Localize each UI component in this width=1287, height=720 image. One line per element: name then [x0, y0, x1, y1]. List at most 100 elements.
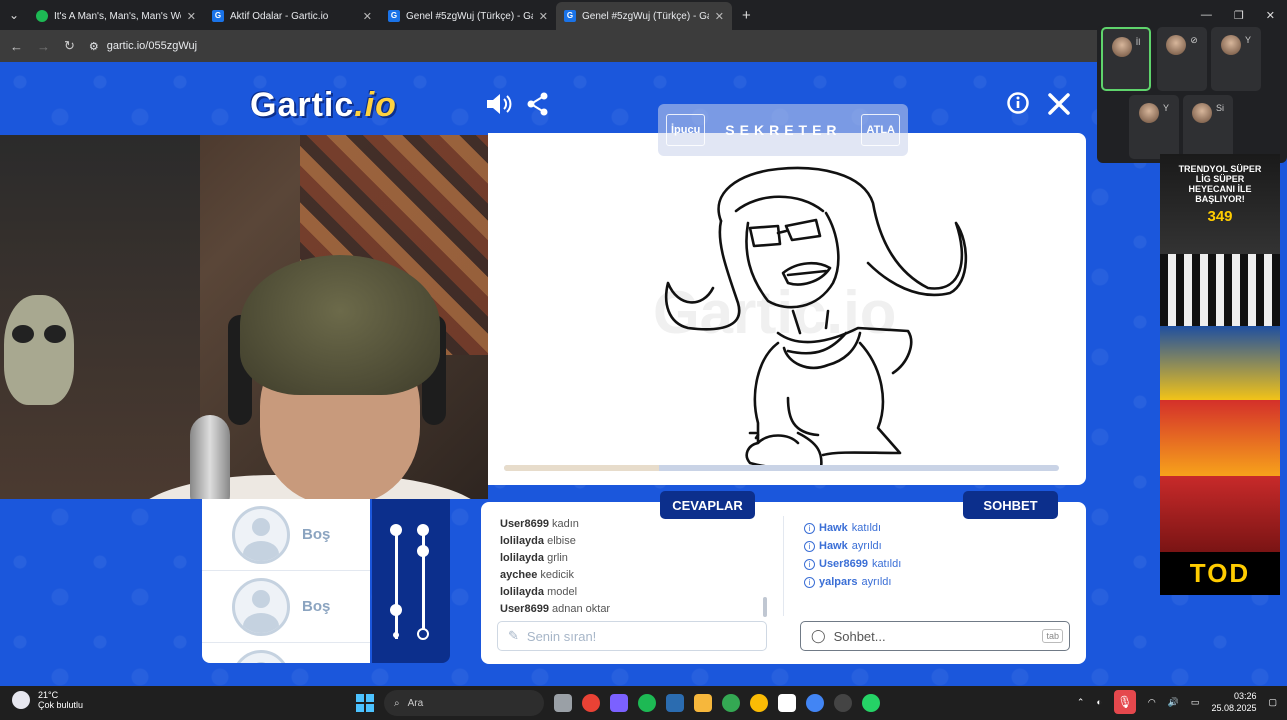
volume-knob[interactable] [390, 604, 402, 616]
timer-progress-bar [504, 465, 1059, 471]
chrome-icon[interactable] [806, 694, 824, 712]
list-item: lolilayda elbise [500, 533, 770, 550]
info-icon[interactable] [1007, 92, 1029, 120]
streamer [110, 215, 488, 499]
url-field[interactable]: ⚙ gartic.io/055zgWuj [89, 40, 197, 53]
close-tab-icon[interactable]: ✕ [363, 10, 372, 23]
share-icon[interactable] [527, 92, 549, 122]
sound-icon[interactable] [485, 92, 513, 122]
answer-user: User8699 [500, 518, 549, 530]
obs-icon[interactable] [834, 694, 852, 712]
participant-avatar [1220, 35, 1241, 55]
ad-banner[interactable]: TRENDYOL SÜPER LİG SÜPER HEYECANI İLE BA… [1160, 154, 1280, 595]
participant-name: Si [1215, 103, 1224, 113]
answer-text: elbise [547, 535, 576, 547]
volume-knob[interactable] [417, 545, 429, 557]
info-icon: i [804, 522, 815, 534]
chat-tab[interactable]: SOHBET [963, 491, 1058, 519]
whatsapp-icon[interactable] [862, 694, 880, 712]
taskbar-search[interactable]: ⌕ Ara [384, 690, 544, 716]
windows-start-icon[interactable] [356, 694, 374, 712]
close-tab-icon[interactable]: ✕ [539, 10, 548, 23]
chat-user: User8699 [819, 558, 868, 570]
timer-progress-fill [504, 465, 660, 471]
chat-user: yalpars [819, 576, 858, 588]
player-slot[interactable]: Boş [202, 571, 370, 643]
file-explorer-icon[interactable] [554, 694, 572, 712]
volume-knob[interactable] [417, 524, 429, 536]
answers-scrollbar[interactable] [763, 597, 767, 617]
close-room-icon[interactable] [1048, 93, 1070, 121]
new-tab-button[interactable]: + [732, 2, 761, 30]
close-tab-icon[interactable]: ✕ [715, 10, 724, 23]
browser-tab-4-active[interactable]: G Genel #5zgWuj (Türkçe) - Gartic ✕ [556, 2, 732, 30]
answer-text: kadın [552, 518, 579, 530]
back-icon[interactable]: ← [10, 39, 23, 54]
chrome-icon[interactable] [722, 694, 740, 712]
wifi-icon[interactable]: ◠ [1148, 697, 1156, 708]
player-slot[interactable] [202, 643, 370, 663]
answer-text: kedicik [540, 569, 574, 581]
mic-active-icon[interactable]: 🎙 [1113, 690, 1136, 714]
app-icon[interactable] [694, 694, 712, 712]
call-tile[interactable]: Y [1211, 27, 1261, 91]
clock-time: 03:26 [1233, 691, 1257, 701]
close-window-icon[interactable]: ✕ [1266, 9, 1275, 22]
chevron-up-icon[interactable]: ⌃ [1077, 697, 1085, 708]
url-text: gartic.io/055zgWuj [106, 40, 198, 52]
info-icon: i [804, 540, 815, 552]
browser-tabbar: ⌄ It's A Man's, Man's, Man's Worl ✕ G Ak… [0, 0, 1287, 30]
volume-knob-ring[interactable] [417, 628, 429, 640]
maximize-icon[interactable]: ❐ [1234, 9, 1244, 22]
volume-knob-small[interactable] [393, 632, 399, 638]
pencil-icon: ✎ [508, 628, 519, 643]
drawing [664, 166, 968, 471]
call-tile[interactable]: Si [1183, 95, 1233, 159]
tab-title: Genel #5zgWuj (Türkçe) - Gartic [406, 10, 533, 22]
call-tile[interactable]: Y [1129, 95, 1179, 159]
list-item: User8699 kadın [500, 516, 770, 533]
volume-knob[interactable] [390, 524, 402, 536]
stocks-icon[interactable] [666, 694, 684, 712]
hint-button[interactable]: İpucu [666, 114, 706, 146]
spotify-icon[interactable] [638, 694, 656, 712]
temperature: 21°C [38, 690, 59, 700]
spotify-icon [36, 10, 48, 22]
tray-app-icon[interactable]: ◐ [1096, 697, 1101, 707]
copilot-icon[interactable] [610, 694, 628, 712]
browser-tab-1[interactable]: It's A Man's, Man's, Man's Worl ✕ [28, 2, 204, 30]
answer-user: lolilayda [500, 552, 545, 564]
site-info-icon[interactable]: ⚙ [89, 40, 99, 53]
reload-icon[interactable]: ↻ [64, 38, 75, 54]
notification-icon[interactable]: ▢ [1268, 697, 1277, 708]
call-tile[interactable]: ⊘ [1157, 27, 1207, 91]
browser-tab-2[interactable]: G Aktif Odalar - Gartic.io ✕ [204, 2, 380, 30]
participant-name: Y [1244, 35, 1251, 45]
player-slot[interactable]: Boş [202, 499, 370, 571]
answers-tab[interactable]: CEVAPLAR [660, 491, 755, 519]
minimize-icon[interactable]: — [1201, 9, 1212, 21]
weather-widget[interactable]: 21°C Çok bulutlu [12, 690, 83, 710]
skip-button[interactable]: ATLA [861, 114, 900, 146]
tab-search-icon[interactable]: ⌄ [0, 0, 28, 30]
chat-input[interactable]: ◯ Sohbet... tab [800, 621, 1070, 651]
chrome-icon[interactable] [582, 694, 600, 712]
windows-taskbar: 21°C Çok bulutlu ⌕ Ara ⌃ ◐ 🎙 ◠ 🔊 ▭ 03:26… [0, 686, 1287, 720]
volume-slider-right[interactable] [422, 529, 425, 629]
chrome-active-icon[interactable] [750, 694, 768, 712]
clock[interactable]: 03:26 25.08.2025 [1211, 690, 1256, 714]
drawing-canvas[interactable]: Gartic.io [488, 133, 1086, 485]
answer-input[interactable]: ✎ Senin sıran! [497, 621, 767, 651]
logo-suffix: .io [354, 86, 397, 124]
document-icon[interactable] [778, 694, 796, 712]
forward-icon[interactable]: → [37, 39, 50, 54]
volume-slider-left[interactable] [395, 529, 398, 639]
volume-icon[interactable]: 🔊 [1168, 697, 1179, 708]
battery-icon[interactable]: ▭ [1191, 697, 1200, 708]
avatar-icon [232, 577, 290, 636]
player-name: Boş [302, 598, 331, 615]
mic-muted-icon: ⊘ [1190, 35, 1198, 45]
browser-tab-3[interactable]: G Genel #5zgWuj (Türkçe) - Gartic ✕ [380, 2, 556, 30]
call-tile[interactable]: İl [1101, 27, 1151, 91]
close-tab-icon[interactable]: ✕ [187, 10, 196, 23]
